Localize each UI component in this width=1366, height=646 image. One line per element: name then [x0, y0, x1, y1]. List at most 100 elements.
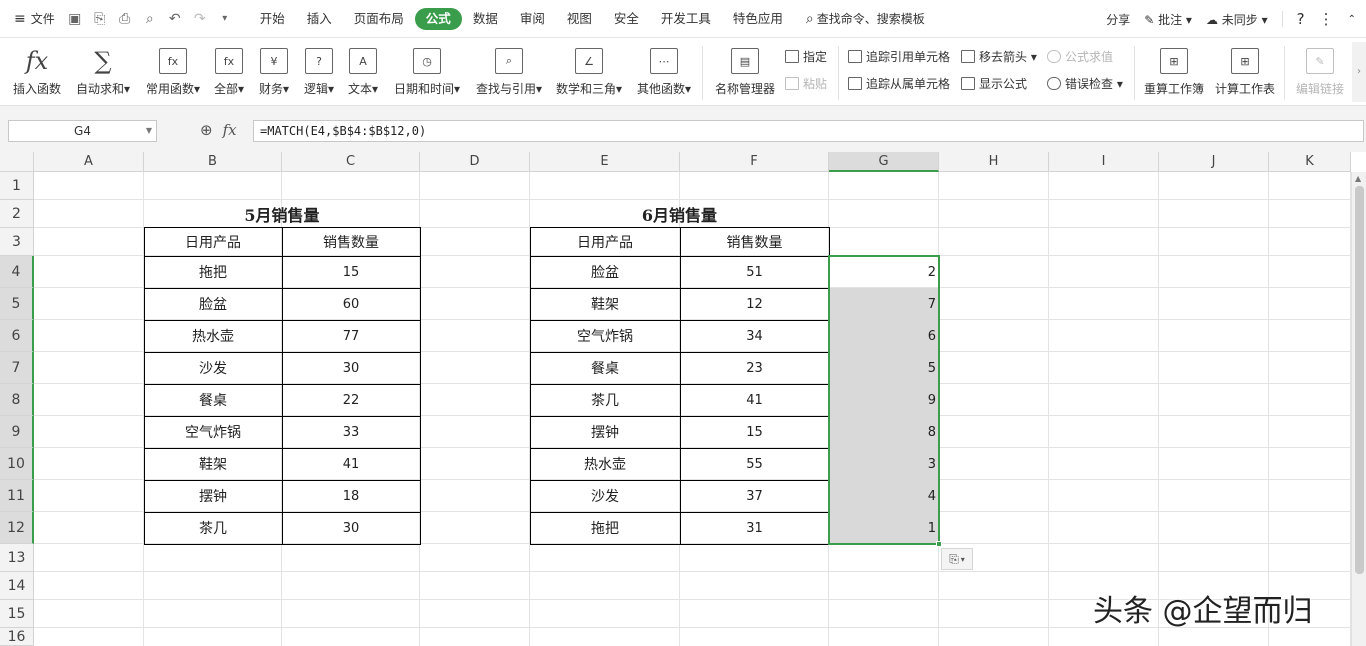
- chevron-down-icon[interactable]: ▼: [146, 121, 152, 141]
- june-table-qty-cell[interactable]: 41: [680, 384, 829, 416]
- match-result-cell[interactable]: 2: [829, 256, 939, 288]
- row-header-9[interactable]: 9: [0, 416, 34, 448]
- column-header-F[interactable]: F: [680, 152, 829, 172]
- tab-9[interactable]: 特色应用: [722, 8, 794, 30]
- scroll-thumb[interactable]: [1355, 186, 1364, 574]
- may-table-qty-cell[interactable]: 22: [282, 384, 420, 416]
- tab-8[interactable]: 开发工具: [650, 8, 722, 30]
- june-table-product-cell[interactable]: 摆钟: [530, 416, 680, 448]
- june-table-qty-cell[interactable]: 12: [680, 288, 829, 320]
- column-header-G[interactable]: G: [829, 152, 939, 172]
- tab-0[interactable]: 开始: [249, 8, 296, 30]
- row-header-1[interactable]: 1: [0, 172, 34, 200]
- autosum-button[interactable]: ∑ 自动求和▾: [72, 38, 134, 106]
- june-table-qty-cell[interactable]: 37: [680, 480, 829, 512]
- may-table-qty-cell[interactable]: 15: [282, 256, 420, 288]
- more-icon[interactable]: ⋮: [1319, 10, 1334, 28]
- tab-7[interactable]: 安全: [603, 8, 650, 30]
- column-header-I[interactable]: I: [1049, 152, 1159, 172]
- remove-arrows-button[interactable]: 移去箭头 ▾: [961, 48, 1037, 65]
- column-header-C[interactable]: C: [282, 152, 420, 172]
- row-header-6[interactable]: 6: [0, 320, 34, 352]
- trace-dependents-button[interactable]: 追踪从属单元格: [848, 75, 950, 92]
- other-functions-button[interactable]: ⋯ 其他函数▾: [633, 38, 695, 106]
- may-table-qty-cell[interactable]: 30: [282, 512, 420, 544]
- edit-links-button[interactable]: ✎ 编辑链接: [1292, 38, 1348, 106]
- match-result-cell[interactable]: 6: [829, 320, 939, 352]
- text-functions-button[interactable]: A 文本▾: [344, 38, 382, 106]
- may-table-product-cell[interactable]: 沙发: [144, 352, 282, 384]
- fx-icon[interactable]: fx: [223, 121, 237, 139]
- collapse-ribbon-icon[interactable]: ⌃: [1348, 14, 1356, 25]
- may-table-header-qty[interactable]: 销售数量: [282, 228, 420, 256]
- row-header-14[interactable]: 14: [0, 572, 34, 600]
- calculate-sheet-button[interactable]: ⊞ 计算工作表: [1212, 38, 1278, 106]
- column-header-E[interactable]: E: [530, 152, 680, 172]
- june-table-product-cell[interactable]: 餐桌: [530, 352, 680, 384]
- tab-4[interactable]: 数据: [462, 8, 509, 30]
- june-table-qty-cell[interactable]: 55: [680, 448, 829, 480]
- lookup-button[interactable]: ⌕ 查找与引用▾: [472, 38, 546, 106]
- define-name-button[interactable]: 指定: [785, 48, 827, 65]
- match-result-cell[interactable]: 7: [829, 288, 939, 320]
- customize-dropdown-icon[interactable]: ▾: [217, 13, 233, 24]
- match-result-cell[interactable]: 1: [829, 512, 939, 544]
- row-header-11[interactable]: 11: [0, 480, 34, 512]
- column-header-D[interactable]: D: [420, 152, 530, 172]
- row-header-4[interactable]: 4: [0, 256, 34, 288]
- june-table-product-cell[interactable]: 拖把: [530, 512, 680, 544]
- paste-options-button[interactable]: ⎘ ▾: [941, 548, 973, 570]
- scroll-up-icon[interactable]: ▲: [1355, 174, 1361, 183]
- match-result-cell[interactable]: 4: [829, 480, 939, 512]
- may-table-product-cell[interactable]: 摆钟: [144, 480, 282, 512]
- logical-button[interactable]: ? 逻辑▾: [300, 38, 338, 106]
- tab-5[interactable]: 审阅: [509, 8, 556, 30]
- paste-name-button[interactable]: 粘贴: [785, 75, 827, 92]
- may-table-qty-cell[interactable]: 33: [282, 416, 420, 448]
- trace-precedents-button[interactable]: 追踪引用单元格: [848, 48, 950, 65]
- name-manager-button[interactable]: ▤ 名称管理器: [712, 38, 778, 106]
- may-table-qty-cell[interactable]: 77: [282, 320, 420, 352]
- may-table-product-cell[interactable]: 鞋架: [144, 448, 282, 480]
- match-result-cell[interactable]: 8: [829, 416, 939, 448]
- show-formulas-button[interactable]: 显示公式: [961, 75, 1027, 92]
- row-header-3[interactable]: 3: [0, 228, 34, 256]
- may-table-product-cell[interactable]: 热水壶: [144, 320, 282, 352]
- file-menu-button[interactable]: ≡ 文件: [14, 10, 55, 27]
- column-header-B[interactable]: B: [144, 152, 282, 172]
- june-table-title[interactable]: 6月销售量: [530, 200, 829, 228]
- share-button[interactable]: 分享: [1106, 11, 1130, 28]
- insert-function-button[interactable]: fx 插入函数: [10, 38, 64, 106]
- common-functions-button[interactable]: fx 常用函数▾: [142, 38, 204, 106]
- tab-1[interactable]: 插入: [296, 8, 343, 30]
- june-table-product-cell[interactable]: 空气炸锅: [530, 320, 680, 352]
- june-table-product-cell[interactable]: 茶几: [530, 384, 680, 416]
- comment-button[interactable]: ✎ 批注 ▾: [1144, 11, 1192, 28]
- may-table-product-cell[interactable]: 拖把: [144, 256, 282, 288]
- sync-status[interactable]: ☁ 未同步 ▾: [1206, 11, 1268, 28]
- june-table-qty-cell[interactable]: 31: [680, 512, 829, 544]
- math-button[interactable]: ∠ 数学和三角▾: [552, 38, 626, 106]
- evaluate-formula-button[interactable]: 公式求值: [1047, 48, 1113, 65]
- help-icon[interactable]: ?: [1297, 10, 1305, 28]
- may-table-title[interactable]: 5月销售量: [144, 200, 420, 228]
- zoom-icon[interactable]: ⊕: [200, 121, 213, 139]
- error-check-button[interactable]: 错误检查 ▾: [1047, 75, 1123, 92]
- may-table-product-cell[interactable]: 脸盆: [144, 288, 282, 320]
- row-header-13[interactable]: 13: [0, 544, 34, 572]
- may-table-product-cell[interactable]: 茶几: [144, 512, 282, 544]
- print-icon[interactable]: ⎙: [117, 11, 133, 27]
- match-result-cell[interactable]: 5: [829, 352, 939, 384]
- row-header-8[interactable]: 8: [0, 384, 34, 416]
- june-table-product-cell[interactable]: 沙发: [530, 480, 680, 512]
- column-header-K[interactable]: K: [1269, 152, 1351, 172]
- may-table-product-cell[interactable]: 餐桌: [144, 384, 282, 416]
- formula-input[interactable]: =MATCH(E4,$B$4:$B$12,0): [253, 120, 1364, 142]
- row-header-5[interactable]: 5: [0, 288, 34, 320]
- redo-icon[interactable]: ↷: [192, 11, 208, 27]
- ribbon-scroll-right-button[interactable]: ›: [1352, 42, 1366, 102]
- name-box[interactable]: G4 ▼: [8, 120, 157, 142]
- column-header-A[interactable]: A: [34, 152, 144, 172]
- tab-6[interactable]: 视图: [556, 8, 603, 30]
- row-header-2[interactable]: 2: [0, 200, 34, 228]
